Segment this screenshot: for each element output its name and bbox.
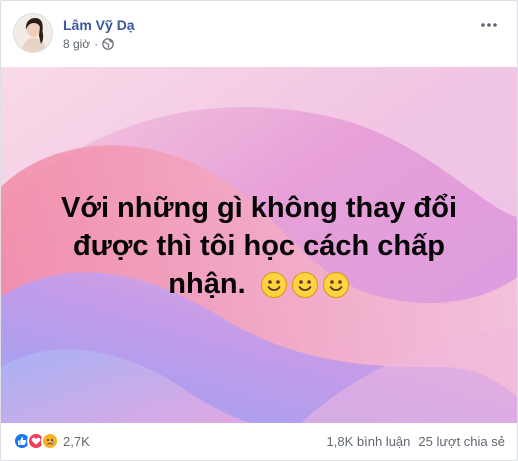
smiley-icon <box>322 272 349 299</box>
smiley-icon <box>260 272 287 299</box>
post-text: Với những gì không thay đổi được thì tôi… <box>31 189 487 303</box>
post-text-line: Với những gì không thay đổi <box>60 192 458 224</box>
post-footer: 2,7K 1,8K bình luận 25 lượt chia sẻ <box>13 427 505 455</box>
post-text-line: được thì tôi học cách chấp <box>73 230 445 262</box>
post-meta: 8 giờ · <box>63 37 115 51</box>
shares-count[interactable]: 25 lượt chia sẻ <box>418 434 505 449</box>
post-text-line-end: nhận. <box>168 268 246 300</box>
reactions-summary[interactable]: 2,7K <box>13 432 90 450</box>
post-stats: 1,8K bình luận 25 lượt chia sẻ <box>327 434 505 449</box>
emoji-group <box>260 271 350 299</box>
post-text-line: nhận. <box>31 265 487 303</box>
reaction-count[interactable]: 2,7K <box>63 434 90 449</box>
post-card: Lâm Vỹ Dạ 8 giờ · Với những gì không tha… <box>0 0 518 461</box>
post-time[interactable]: 8 giờ <box>63 37 90 51</box>
more-options-icon[interactable] <box>477 13 501 37</box>
comments-count[interactable]: 1,8K bình luận <box>327 434 411 449</box>
post-background: Với những gì không thay đổi được thì tôi… <box>1 67 517 423</box>
post-header: Lâm Vỹ Dạ 8 giờ · <box>13 9 505 59</box>
sad-icon[interactable] <box>41 432 59 450</box>
globe-icon[interactable] <box>102 38 115 50</box>
smiley-icon <box>291 272 318 299</box>
author-name[interactable]: Lâm Vỹ Dạ <box>63 17 135 33</box>
avatar[interactable] <box>13 13 53 53</box>
